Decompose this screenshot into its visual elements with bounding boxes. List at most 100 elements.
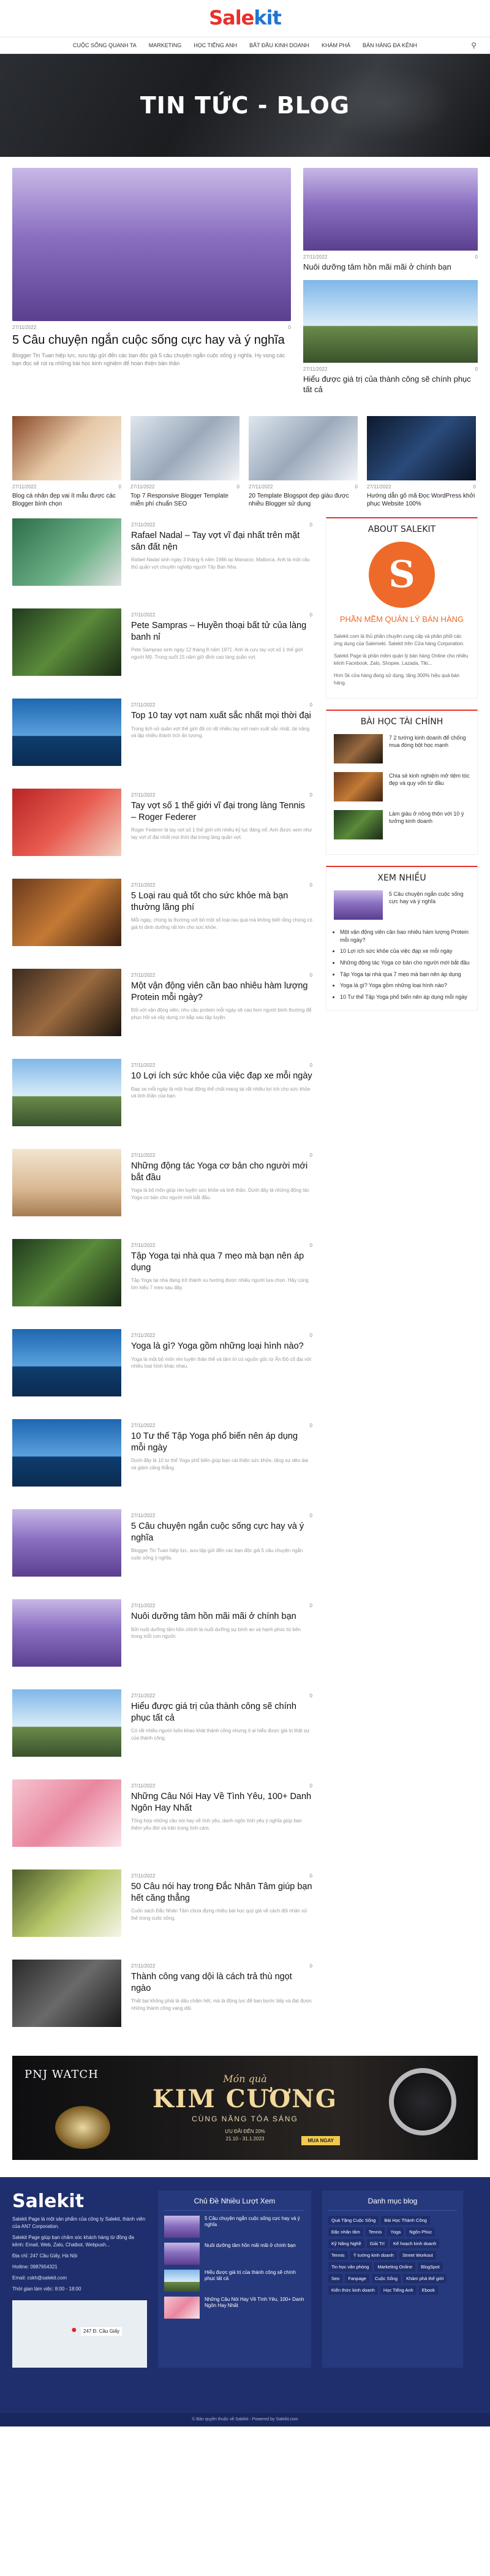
mini-post-title[interactable]: Chia sẻ kinh nghiệm mở tiệm tóc đẹp và q… [389,772,470,801]
tag[interactable]: BlogSpot [418,2262,443,2271]
post-thumbnail[interactable] [12,168,291,321]
featured-side-post[interactable]: 27/11/2022 0 Hiểu được giá trị của thành … [303,279,478,395]
post-thumbnail[interactable] [12,1238,121,1306]
footer-map[interactable]: ● 247 Đ. Cầu Giấy [12,2300,147,2368]
tag[interactable]: Yoga [387,2227,404,2237]
tag[interactable]: Kỹ Năng Nghề [328,2238,364,2248]
footer-post[interactable]: 5 Câu chuyện ngắn cuộc sống cực hay và ý… [164,2215,305,2238]
post-thumbnail[interactable] [12,1959,121,2027]
list-item[interactable]: Yoga là gì? Yoga gồm những loại hình nào… [340,982,470,990]
nav-item[interactable]: Cuộc sống quanh ta [73,42,137,48]
post-thumbnail[interactable] [130,415,239,480]
list-item[interactable]: 27/11/2022 0 Nuôi dưỡng tâm hồn mãi mãi ở … [12,1598,312,1688]
post-title[interactable]: Tập Yoga tại nhà qua 7 mẹo mà bạn nên áp… [131,1251,312,1274]
post-title[interactable]: Những Câu Nói Hay Về Tình Yêu, 100+ Danh… [131,1791,312,1814]
post-thumbnail[interactable] [303,279,478,363]
tag[interactable]: Tennis [365,2227,385,2237]
grid-post[interactable]: 27/11/2022 0 20 Template Blogspot đẹp giàu… [249,415,358,509]
post-thumbnail[interactable] [12,518,121,586]
tag[interactable]: Khám phá thế giới [403,2273,447,2283]
post-thumbnail[interactable] [164,2296,200,2319]
list-item[interactable]: Những động tác Yoga cơ bản cho người mới… [340,959,470,967]
post-thumbnail[interactable] [164,2242,200,2265]
featured-side-post[interactable]: 27/11/2022 0 Nuôi dưỡng tâm hồn mãi mãi ở… [303,168,478,273]
post-title[interactable]: Những động tác Yoga cơ bản cho người mới… [131,1161,312,1184]
grid-post[interactable]: 27/11/2022 0 Hướng dẫn gõ mã Đọc WordPress… [367,415,476,509]
list-item[interactable]: 27/11/2022 0 50 Câu nói hay trong Đắc Nhân… [12,1868,312,1958]
post-thumbnail[interactable] [12,415,121,480]
list-item[interactable]: 27/11/2022 0 Hiểu được giá trị của thành c… [12,1688,312,1778]
tag[interactable]: Đặc nhân tâm [328,2227,363,2237]
footer-post-title[interactable]: 5 Câu chuyện ngắn cuộc sống cực hay và ý… [205,2216,305,2238]
mini-post-title[interactable]: Làm giàu ở nông thôn với 10 ý tưởng kinh… [389,810,470,839]
post-title[interactable]: Rafael Nadal – Tay vợt vĩ đại nhất trên … [131,530,312,553]
post-title[interactable]: Tay vợt số 1 thế giới vĩ đại trong làng … [131,800,312,824]
list-item[interactable]: 27/11/2022 0 Tay vợt số 1 thế giới vĩ đại … [12,787,312,877]
post-thumbnail[interactable] [334,734,383,764]
nav-item[interactable]: Bán hàng đa kênh [363,42,417,48]
mini-post[interactable]: 7 2 tướng kinh doanh để chống mua đóng b… [334,734,470,764]
site-logo[interactable]: Salekit [0,6,490,29]
footer-post-title[interactable]: Những Câu Nói Hay Về Tình Yêu, 100+ Danh… [205,2297,305,2319]
tag[interactable]: Kiến thức kinh doanh [328,2285,378,2295]
tag[interactable]: Học Tiếng Anh [380,2285,417,2295]
mini-post[interactable]: Làm giàu ở nông thôn với 10 ý tưởng kinh… [334,810,470,840]
post-thumbnail[interactable] [12,608,121,676]
post-title[interactable]: Hiểu được giá trị của thành công sẽ chín… [131,1701,312,1724]
tag[interactable]: Ngôn Phúc [406,2227,435,2237]
list-item[interactable]: 27/11/2022 0 Một vận động viên cần bao nhi… [12,968,312,1058]
nav-item[interactable]: Marketing [149,42,182,48]
footer-post[interactable]: Những Câu Nói Hay Về Tình Yêu, 100+ Danh… [164,2296,305,2319]
nav-item[interactable]: Khám phá [322,42,350,48]
list-item[interactable]: Tập Yoga tại nhà qua 7 mẹo mà bạn nên áp… [340,971,470,979]
tag[interactable]: Bài Học Thành Công [381,2215,430,2225]
post-title[interactable]: 10 Lợi ích sức khỏe của việc đạp xe mỗi … [131,1070,312,1082]
post-thumbnail[interactable] [334,890,383,920]
buy-now-button[interactable]: MUA NGAY [301,2135,340,2145]
mini-post-title[interactable]: 5 Câu chuyện ngắn cuộc sống cực hay và ý… [389,890,470,920]
mini-post[interactable]: Chia sẻ kinh nghiệm mở tiệm tóc đẹp và q… [334,772,470,802]
post-thumbnail[interactable] [12,1779,121,1847]
mini-post[interactable]: 5 Câu chuyện ngắn cuộc sống cực hay và ý… [334,890,470,920]
footer-post[interactable]: Hiểu được giá trị của thành công sẽ chín… [164,2269,305,2292]
post-title[interactable]: 5 Câu chuyện ngắn cuộc sống cực hay và ý… [12,333,291,348]
post-thumbnail[interactable] [12,788,121,856]
post-title[interactable]: Pete Sampras – Huyền thoại bất tử của là… [131,620,312,643]
post-title[interactable]: Nuôi dưỡng tâm hồn mãi mãi ở chính bạn [131,1611,312,1623]
list-item[interactable]: 10 Tư thế Tập Yoga phổ biến nên áp dụng … [340,993,470,1001]
tag[interactable]: Tennis [328,2250,348,2260]
list-item[interactable]: 27/11/2022 0 Rafael Nadal – Tay vợt vĩ đại… [12,517,312,607]
nav-item[interactable]: Bắt đầu kinh doanh [249,42,309,48]
list-item[interactable]: 27/11/2022 0 Top 10 tay vợt nam xuất sắc n… [12,697,312,787]
list-item[interactable]: 27/11/2022 0 10 Tư thế Tập Yoga phổ biến n… [12,1418,312,1508]
tag[interactable]: Seo [328,2273,343,2283]
post-thumbnail[interactable] [334,810,383,840]
post-title[interactable]: Thành công vang dội là cách trả thù ngọt… [131,1971,312,1995]
post-thumbnail[interactable] [12,698,121,766]
post-thumbnail[interactable] [367,415,476,480]
post-thumbnail[interactable] [303,168,478,251]
grid-post[interactable]: 27/11/2022 0 Top 7 Responsive Blogger Temp… [130,415,239,509]
list-item[interactable]: Một vận động viên cần bao nhiêu hàm lượn… [340,928,470,944]
post-thumbnail[interactable] [249,415,358,480]
tag[interactable]: Kế hoạch kinh doanh [390,2238,440,2248]
post-title[interactable]: 20 Template Blogspot đẹp giàu được nhiều… [249,492,358,509]
list-item[interactable]: 27/11/2022 0 Những Câu Nói Hay Về Tình Yêu… [12,1778,312,1868]
post-thumbnail[interactable] [12,1689,121,1757]
list-item[interactable]: 10 Lợi ích sức khỏe của việc đạp xe mỗi … [340,947,470,955]
post-thumbnail[interactable] [164,2215,200,2238]
tag[interactable]: Street Workout [399,2250,436,2260]
post-thumbnail[interactable] [12,1509,121,1577]
tag[interactable]: Cuộc Sống [371,2273,401,2283]
ad-banner[interactable]: PNJ WATCH Món quà KIM CƯƠNG CÙNG NĂNG TỎ… [12,2055,478,2160]
list-item[interactable]: 27/11/2022 0 Yoga là gì? Yoga gồm những lo… [12,1328,312,1418]
list-item[interactable]: 27/11/2022 0 5 Loại rau quả tốt cho sức kh… [12,877,312,968]
post-title[interactable]: Hướng dẫn gõ mã Đọc WordPress khởi phục … [367,492,476,509]
post-thumbnail[interactable] [12,1058,121,1126]
post-thumbnail[interactable] [12,878,121,946]
footer-post-title[interactable]: Hiểu được giá trị của thành công sẽ chín… [205,2270,305,2292]
list-item[interactable]: 27/11/2022 0 Thành công vang dội là cách t… [12,1958,312,2048]
list-item[interactable]: 27/11/2022 0 Pete Sampras – Huyền thoại bấ… [12,607,312,697]
post-title[interactable]: Top 10 tay vợt nam xuất sắc nhất mọi thờ… [131,710,312,722]
post-title[interactable]: Nuôi dưỡng tâm hồn mãi mãi ở chính bạn [303,262,478,273]
